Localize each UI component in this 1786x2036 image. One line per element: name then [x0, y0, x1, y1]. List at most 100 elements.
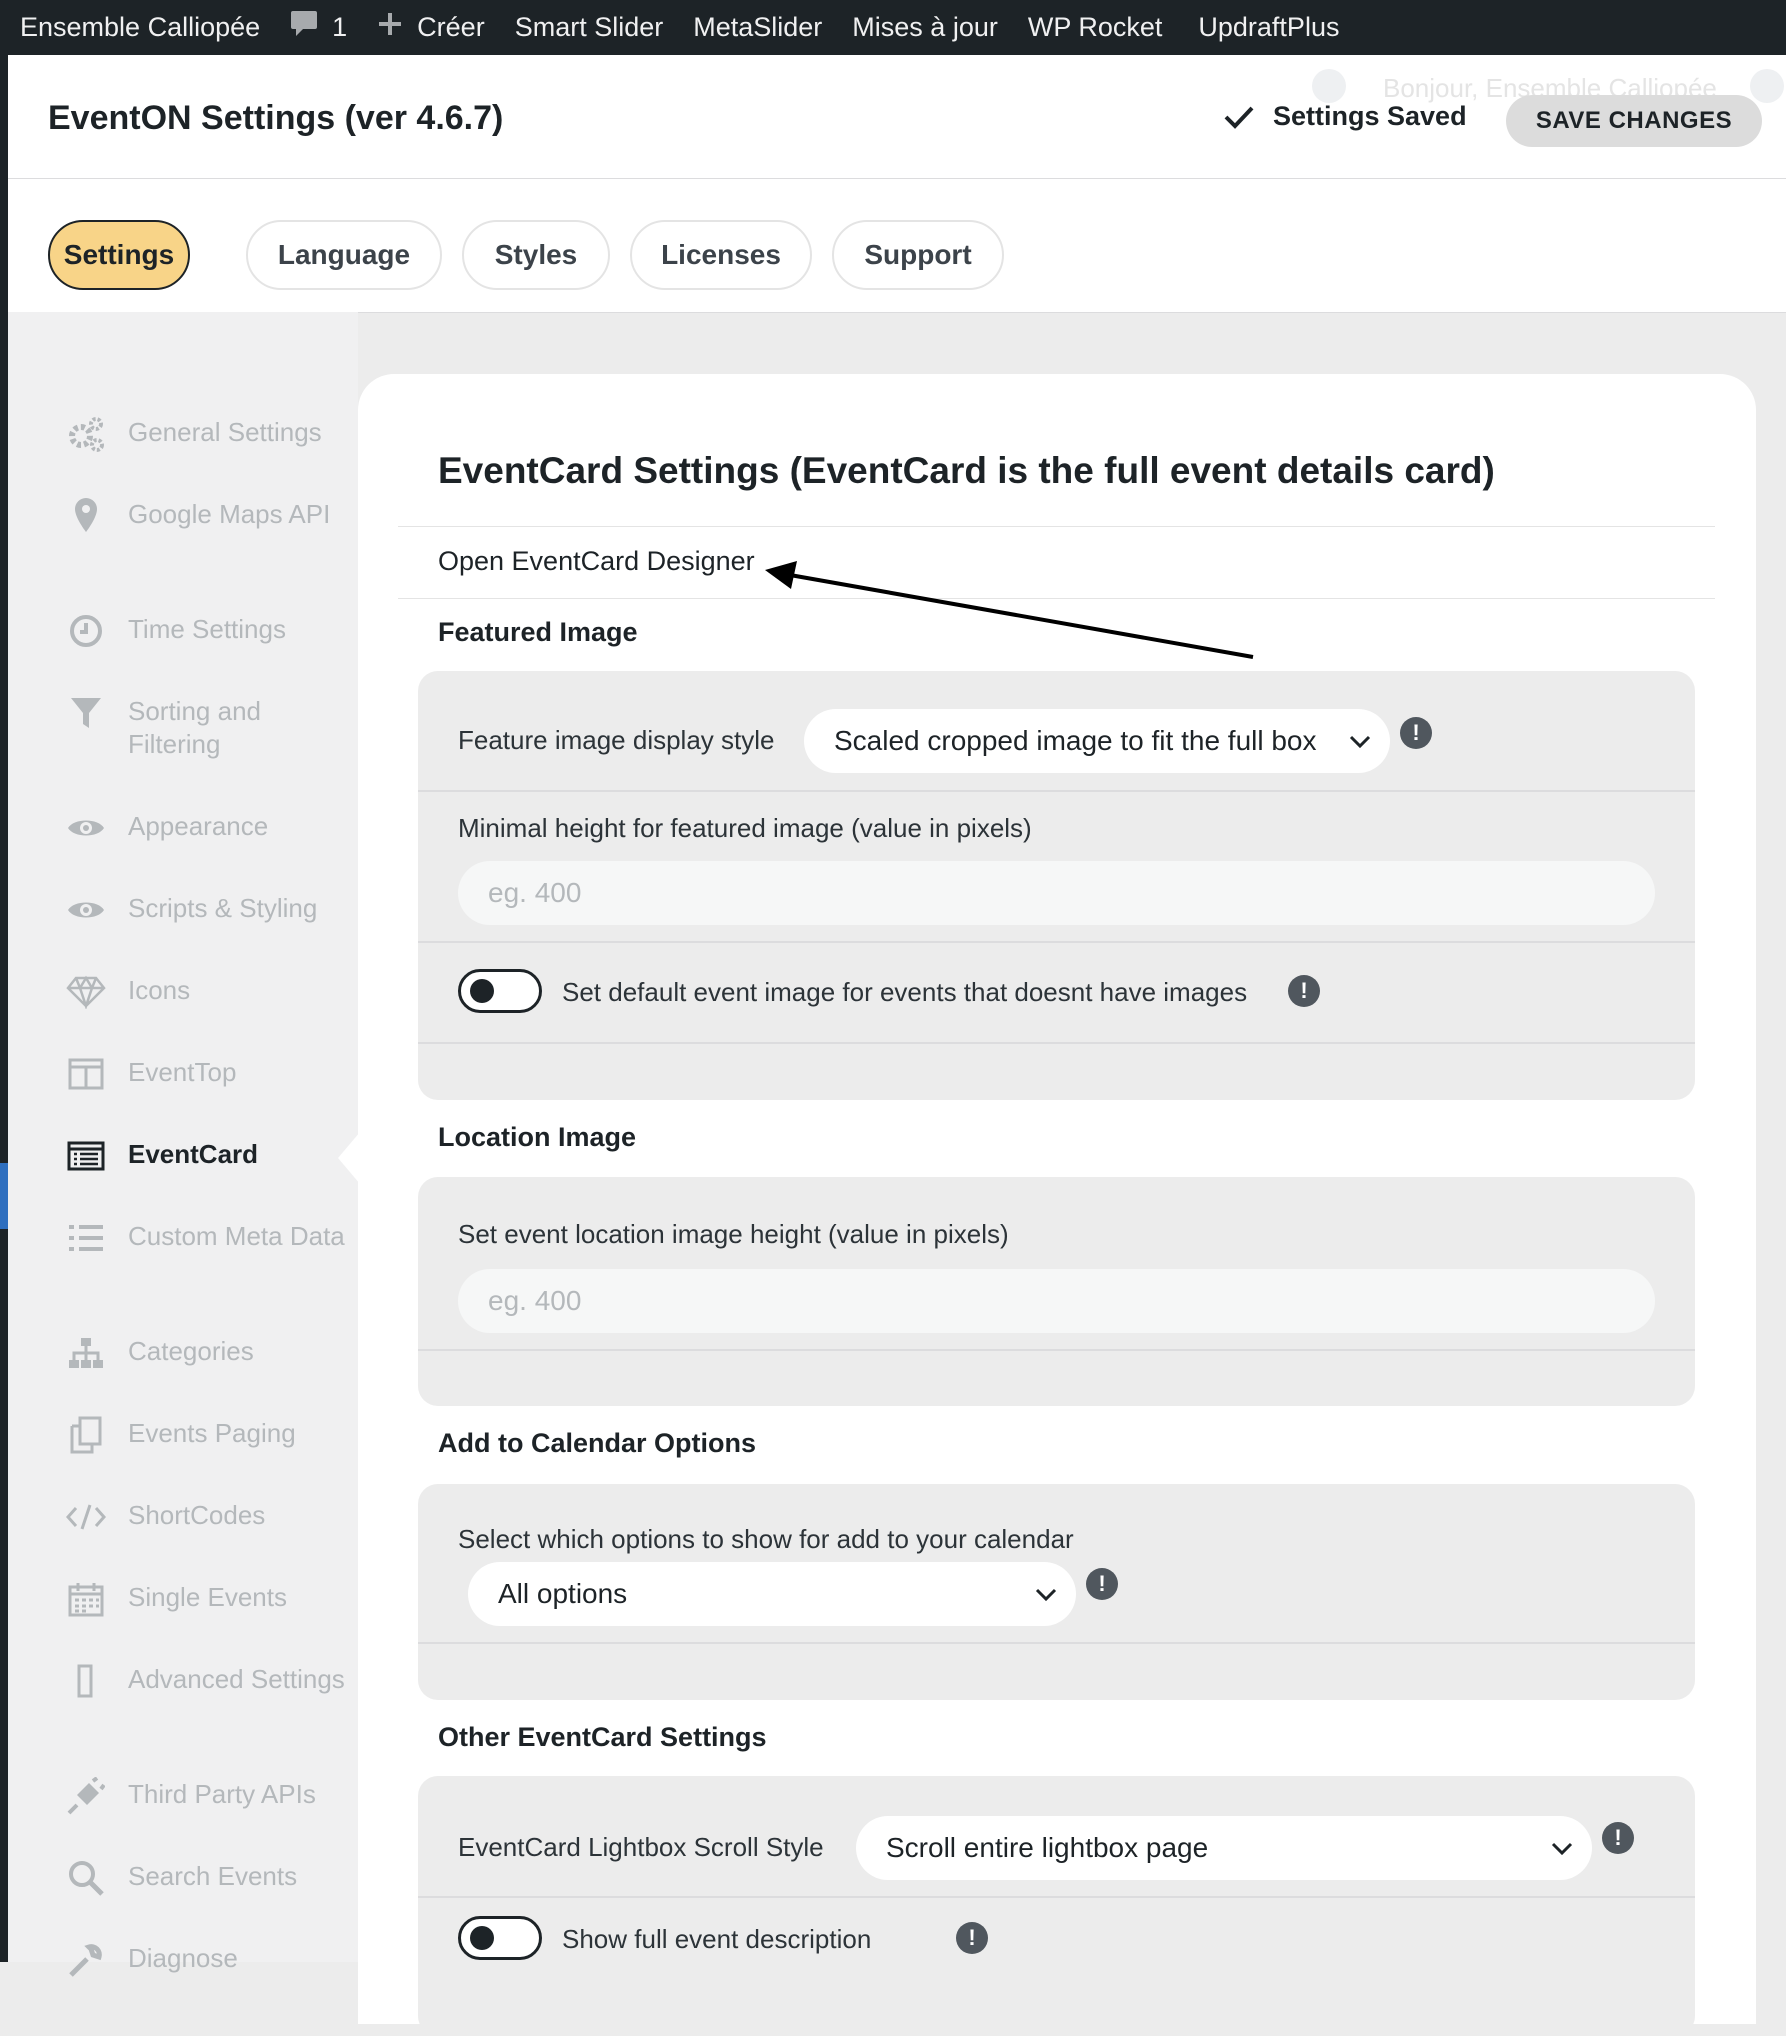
sidebar-item-appearance[interactable]: Appearance: [66, 808, 348, 848]
info-icon[interactable]: !: [1288, 975, 1320, 1007]
row-divider: [418, 1349, 1695, 1351]
eventcard-settings-card: EventCard Settings (EventCard is the ful…: [358, 374, 1756, 2036]
clock-icon: [66, 611, 106, 651]
sidebar-item-third-party-apis[interactable]: Third Party APIs: [66, 1776, 348, 1816]
sidebar-item-label: Custom Meta Data: [128, 1221, 345, 1251]
location-image-group: Set event location image height (value i…: [418, 1177, 1695, 1406]
sidebar-item-google-maps-api[interactable]: Google Maps API: [66, 496, 348, 536]
tab-support[interactable]: Support: [832, 220, 1004, 290]
sidebar-item-eventtop[interactable]: EventTop: [66, 1054, 348, 1094]
sidebar-item-label: Events Paging: [128, 1418, 296, 1448]
sidebar-item-single-events[interactable]: Single Events: [66, 1579, 348, 1619]
sidebar-item-categories[interactable]: Categories: [66, 1333, 348, 1373]
add-to-calendar-heading: Add to Calendar Options: [438, 1428, 757, 1458]
admin-menu-edge: [0, 55, 8, 1962]
display-style-label: Feature image display style: [458, 725, 775, 755]
location-height-input[interactable]: [458, 1269, 1655, 1333]
wrench-icon: [66, 1940, 106, 1980]
other-settings-group: EventCard Lightbox Scroll Style Scroll e…: [418, 1776, 1695, 2036]
rectangle-icon: [66, 1661, 106, 1701]
columns-icon: [66, 1054, 106, 1094]
display-style-select[interactable]: Scaled cropped image to fit the full box: [804, 709, 1390, 773]
scroll-style-value: Scroll entire lightbox page: [886, 1832, 1209, 1863]
plus-icon: [377, 11, 403, 44]
row-divider: [418, 1896, 1695, 1898]
calendar-options-value: All options: [498, 1578, 628, 1609]
open-eventcard-designer-link[interactable]: Open EventCard Designer: [438, 546, 755, 577]
search-icon: [66, 1858, 106, 1898]
plug-icon: [66, 1776, 106, 1816]
default-image-toggle[interactable]: [458, 969, 542, 1013]
map-pin-icon: [66, 496, 106, 536]
sidebar-item-diagnose[interactable]: Diagnose: [66, 1940, 348, 1980]
comments-link[interactable]: 1: [290, 9, 347, 46]
card-list-icon: [66, 1136, 106, 1176]
sidebar-item-label: Google Maps API: [128, 499, 331, 529]
sidebar-item-icons[interactable]: Icons: [66, 972, 348, 1012]
site-name-link[interactable]: Ensemble Calliopée: [20, 12, 260, 43]
tab-styles[interactable]: Styles: [462, 220, 610, 290]
toggle-knob: [470, 1926, 494, 1950]
diamond-icon: [66, 972, 106, 1012]
tab-licenses[interactable]: Licenses: [630, 220, 812, 290]
calendar-options-select[interactable]: All options: [468, 1562, 1076, 1626]
sidebar-item-eventcard[interactable]: EventCard: [66, 1136, 348, 1176]
sidebar-item-custom-meta-data[interactable]: Custom Meta Data: [66, 1218, 348, 1258]
sidebar-item-search-events[interactable]: Search Events: [66, 1858, 348, 1898]
new-content-label: Créer: [417, 12, 485, 42]
info-icon[interactable]: !: [1602, 1822, 1634, 1854]
wp-rocket-link[interactable]: WP Rocket: [1028, 12, 1163, 43]
comment-icon: [290, 9, 318, 46]
divider: [398, 526, 1715, 527]
page-title: EventON Settings (ver 4.6.7): [48, 99, 504, 137]
row-divider: [418, 1642, 1695, 1644]
settings-tabs: Settings Language Styles Licenses Suppor…: [8, 179, 1786, 313]
comments-count: 1: [332, 12, 348, 42]
sidebar-item-general-settings[interactable]: General Settings: [66, 414, 348, 454]
full-description-toggle[interactable]: [458, 1916, 542, 1960]
info-icon[interactable]: !: [1400, 717, 1432, 749]
gears-icon: [66, 414, 106, 454]
save-changes-button[interactable]: SAVE CHANGES: [1506, 95, 1762, 147]
scroll-style-select[interactable]: Scroll entire lightbox page: [856, 1816, 1592, 1880]
sidebar-item-advanced-settings[interactable]: Advanced Settings: [66, 1661, 348, 1701]
admin-bar: Ensemble Calliopée 1 Créer Smart Slider …: [0, 0, 1786, 55]
chevron-down-icon: [1551, 1842, 1573, 1856]
row-divider: [418, 790, 1695, 792]
sidebar-item-sorting-filtering[interactable]: Sorting and Filtering: [66, 693, 348, 761]
updates-link[interactable]: Mises à jour: [852, 12, 998, 43]
active-item-pointer: [338, 1132, 360, 1184]
settings-sidebar: General Settings Google Maps API Time Se…: [8, 312, 358, 1977]
sidebar-item-label: Scripts & Styling: [128, 893, 318, 923]
location-image-heading: Location Image: [438, 1122, 637, 1152]
sidebar-item-label: General Settings: [128, 417, 322, 447]
copy-icon: [66, 1415, 106, 1455]
sidebar-item-scripts-styling[interactable]: Scripts & Styling: [66, 890, 348, 930]
featured-image-group: Feature image display style Scaled cropp…: [418, 671, 1695, 1100]
sidebar-item-shortcodes[interactable]: ShortCodes: [66, 1497, 348, 1537]
updraftplus-link[interactable]: UpdraftPlus: [1198, 12, 1339, 43]
sidebar-item-label: Icons: [128, 975, 191, 1005]
smart-slider-link[interactable]: Smart Slider: [515, 12, 664, 43]
calendar-icon: [66, 1579, 106, 1619]
info-icon[interactable]: !: [1086, 1568, 1118, 1600]
sidebar-item-time-settings[interactable]: Time Settings: [66, 611, 348, 651]
eye-icon: [66, 808, 106, 848]
metaslider-link[interactable]: MetaSlider: [693, 12, 822, 43]
sidebar-item-label: Advanced Settings: [128, 1664, 345, 1694]
default-image-label: Set default event image for events that …: [562, 977, 1248, 1007]
tab-settings[interactable]: Settings: [48, 220, 190, 290]
min-height-input[interactable]: [458, 861, 1655, 925]
display-style-value: Scaled cropped image to fit the full box: [834, 725, 1317, 756]
sidebar-item-events-paging[interactable]: Events Paging: [66, 1415, 348, 1455]
info-icon[interactable]: !: [956, 1922, 988, 1954]
add-to-calendar-group: Select which options to show for add to …: [418, 1484, 1695, 1700]
divider: [398, 598, 1715, 599]
admin-menu-current-marker: [0, 1163, 8, 1229]
featured-image-heading: Featured Image: [438, 617, 638, 647]
sidebar-item-label: EventTop: [128, 1057, 237, 1087]
new-content-link[interactable]: Créer: [377, 11, 485, 44]
tab-language[interactable]: Language: [246, 220, 442, 290]
calendar-options-label: Select which options to show for add to …: [458, 1524, 1074, 1554]
row-divider: [418, 1042, 1695, 1044]
